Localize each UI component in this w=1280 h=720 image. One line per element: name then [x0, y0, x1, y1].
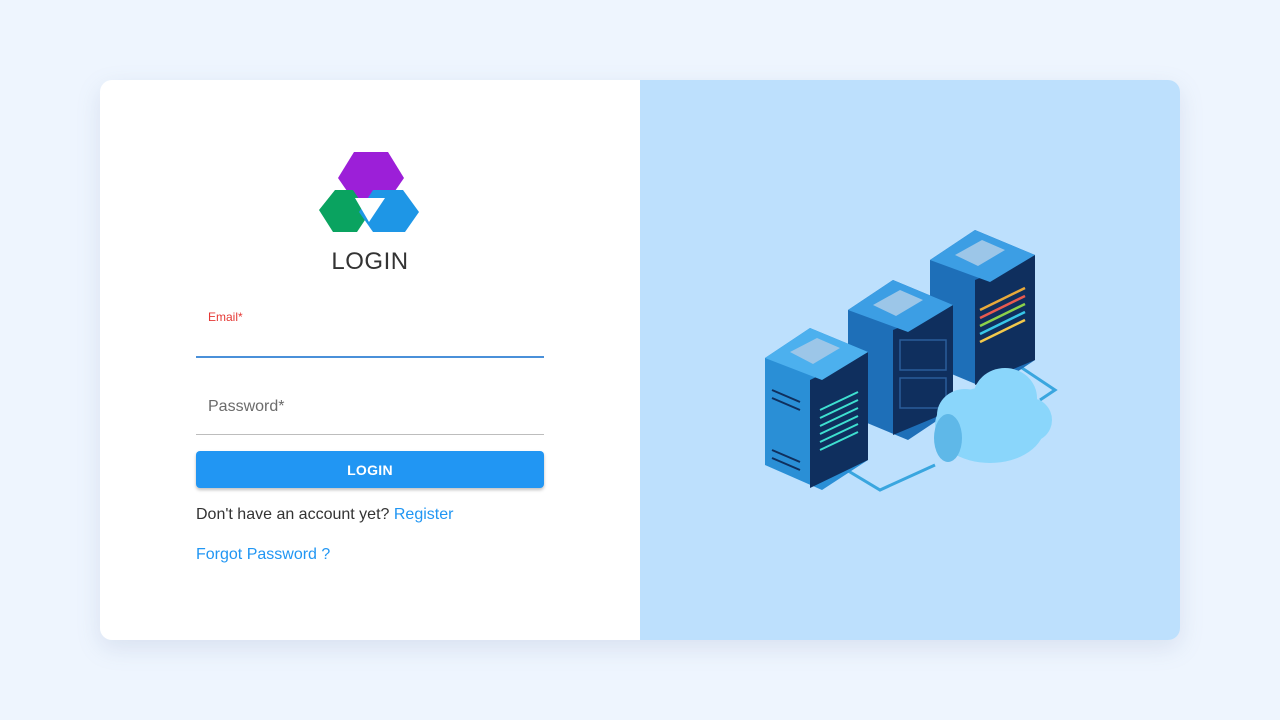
- forgot-password-link[interactable]: Forgot Password ?: [196, 546, 330, 563]
- password-field[interactable]: Password*: [196, 386, 544, 435]
- login-button[interactable]: LOGIN: [196, 451, 544, 488]
- register-line: Don't have an account yet? Register: [196, 506, 453, 524]
- email-label: Email*: [208, 310, 243, 324]
- email-input[interactable]: [196, 326, 544, 352]
- brand-logo-icon: [319, 152, 419, 232]
- illustration-panel: [640, 80, 1180, 640]
- page-title: LOGIN: [331, 248, 409, 275]
- server-cloud-illustration-icon: [765, 230, 1058, 492]
- login-card: LOGIN Email* Password* LOGIN Don't have …: [100, 80, 1180, 640]
- password-input[interactable]: [196, 404, 544, 430]
- login-panel: LOGIN Email* Password* LOGIN Don't have …: [100, 80, 640, 640]
- forgot-password-line: Forgot Password ?: [196, 546, 330, 564]
- register-link[interactable]: Register: [394, 506, 454, 523]
- register-prompt: Don't have an account yet?: [196, 506, 390, 523]
- email-field[interactable]: Email*: [196, 306, 544, 358]
